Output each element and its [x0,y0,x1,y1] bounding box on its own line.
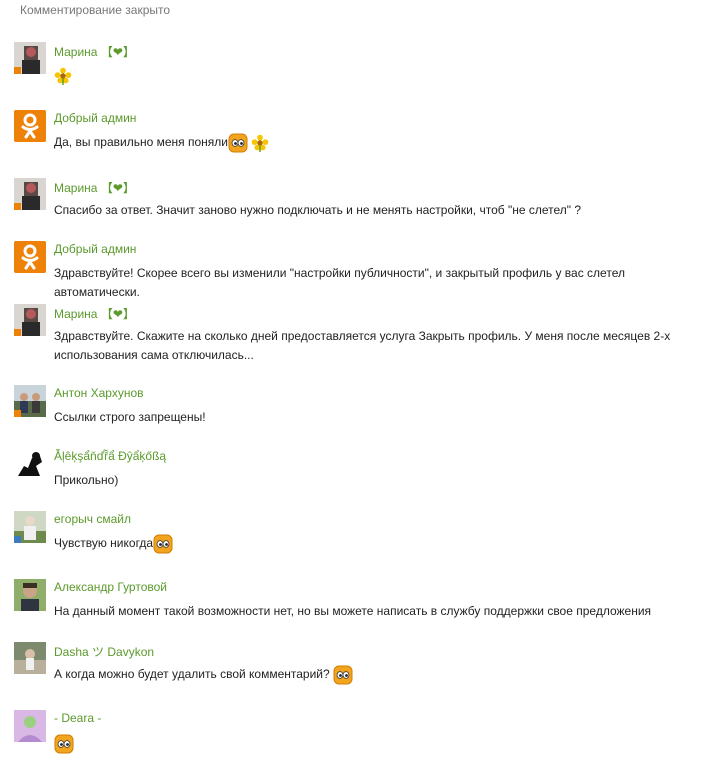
avatar[interactable] [14,385,46,417]
smiley-emoji-icon [228,133,248,153]
comment-item: Марина 【❤】 Спасибо за ответ. Значит зано… [14,178,699,222]
avatar[interactable] [14,579,46,611]
commenter-name[interactable]: Добрый админ [54,111,136,125]
comment-text-body: А когда можно будет удалить свой коммент… [54,667,330,682]
avatar[interactable] [14,448,46,480]
comment-text: Ссылки строго запрещены! [54,410,206,424]
avatar[interactable] [14,304,46,336]
commenter-name-suffix: 【❤】 [100,307,135,321]
comment-text: Здравствуйте! Скорее всего вы изменили "… [54,266,625,299]
commenter-name-suffix: 【❤】 [100,181,135,195]
comment-text: Спасибо за ответ. Значит заново нужно по… [54,203,582,217]
online-status-badge [14,536,21,543]
comment-item: Марина 【❤】 [14,42,699,92]
ok-logo-icon [14,110,46,142]
comment-item: Ẫļȇķşẩňďř̃ẩ Ɖŷẩķőßą Прикольно) [14,448,699,492]
comment-item: Александр Гуртовой На данный момент тако… [14,579,699,623]
comment-item: - Deara - [14,710,699,760]
comment-text [54,66,694,85]
comments-closed-notice: Комментирование закрыто [20,3,171,17]
comment-text-body: Чувствую никогда [54,536,154,551]
smiley-emoji-icon [333,665,353,685]
commenter-name[interactable]: Ẫļȇķşẩňďř̃ẩ Ɖŷẩķőßą [54,449,166,463]
commenter-name[interactable]: Александр Гуртовой [54,580,167,594]
comment-text: Чувствую никогда [54,534,694,554]
avatar[interactable] [14,178,46,210]
commenter-name[interactable]: Добрый админ [54,242,136,256]
comment-text [54,734,694,754]
comment-text: На данный момент такой возможности нет, … [54,604,652,618]
comment-item: Добрый админ Здравствуйте! Скорее всего … [14,241,699,299]
comment-item: Марина 【❤】 Здравствуйте. Скажите на скол… [14,304,699,368]
smiley-emoji-icon [54,734,74,754]
comment-text-body: Да, вы правильно меня поняли [54,135,228,150]
comment-text: А когда можно будет удалить свой коммент… [54,665,694,685]
flower-emoji-icon [251,134,269,152]
comment-text: Прикольно) [54,473,119,487]
smiley-emoji-icon [153,534,173,554]
online-status-badge [14,410,21,417]
comment-item: Dasha ツ Davykon А когда можно будет удал… [14,642,699,692]
avatar[interactable] [14,110,46,142]
commenter-name[interactable]: Марина 【❤】 [54,179,135,196]
avatar[interactable] [14,642,46,674]
avatar[interactable] [14,241,46,273]
comment-item: Добрый админ Да, вы правильно меня понял… [14,110,699,160]
online-status-badge [14,203,21,210]
commenter-name-text: Марина [54,45,98,59]
online-status-badge [14,329,21,336]
commenter-name[interactable]: Dasha ツ Davykon [54,643,154,660]
commenter-name[interactable]: егорыч смайл [54,512,131,526]
comment-item: егорыч смайл Чувствую никогда [14,511,699,555]
commenter-name[interactable]: Марина 【❤】 [54,305,135,322]
commenter-name-text: Марина [54,181,98,195]
ok-logo-icon [14,241,46,273]
comment-text: Здравствуйте. Скажите на сколько дней пр… [54,329,671,362]
comment-item: Антон Хархунов Ссылки строго запрещены! [14,385,699,429]
avatar[interactable] [14,710,46,742]
avatar[interactable] [14,42,46,74]
online-status-badge [14,67,21,74]
flower-emoji-icon [54,67,72,85]
commenter-name-text: Марина [54,307,98,321]
commenter-name-suffix: 【❤】 [100,45,135,59]
commenter-name[interactable]: Антон Хархунов [54,386,144,400]
comment-text: Да, вы правильно меня поняли [54,133,694,153]
avatar[interactable] [14,511,46,543]
commenter-name[interactable]: - Deara - [54,711,101,725]
commenter-name[interactable]: Марина 【❤】 [54,43,135,60]
